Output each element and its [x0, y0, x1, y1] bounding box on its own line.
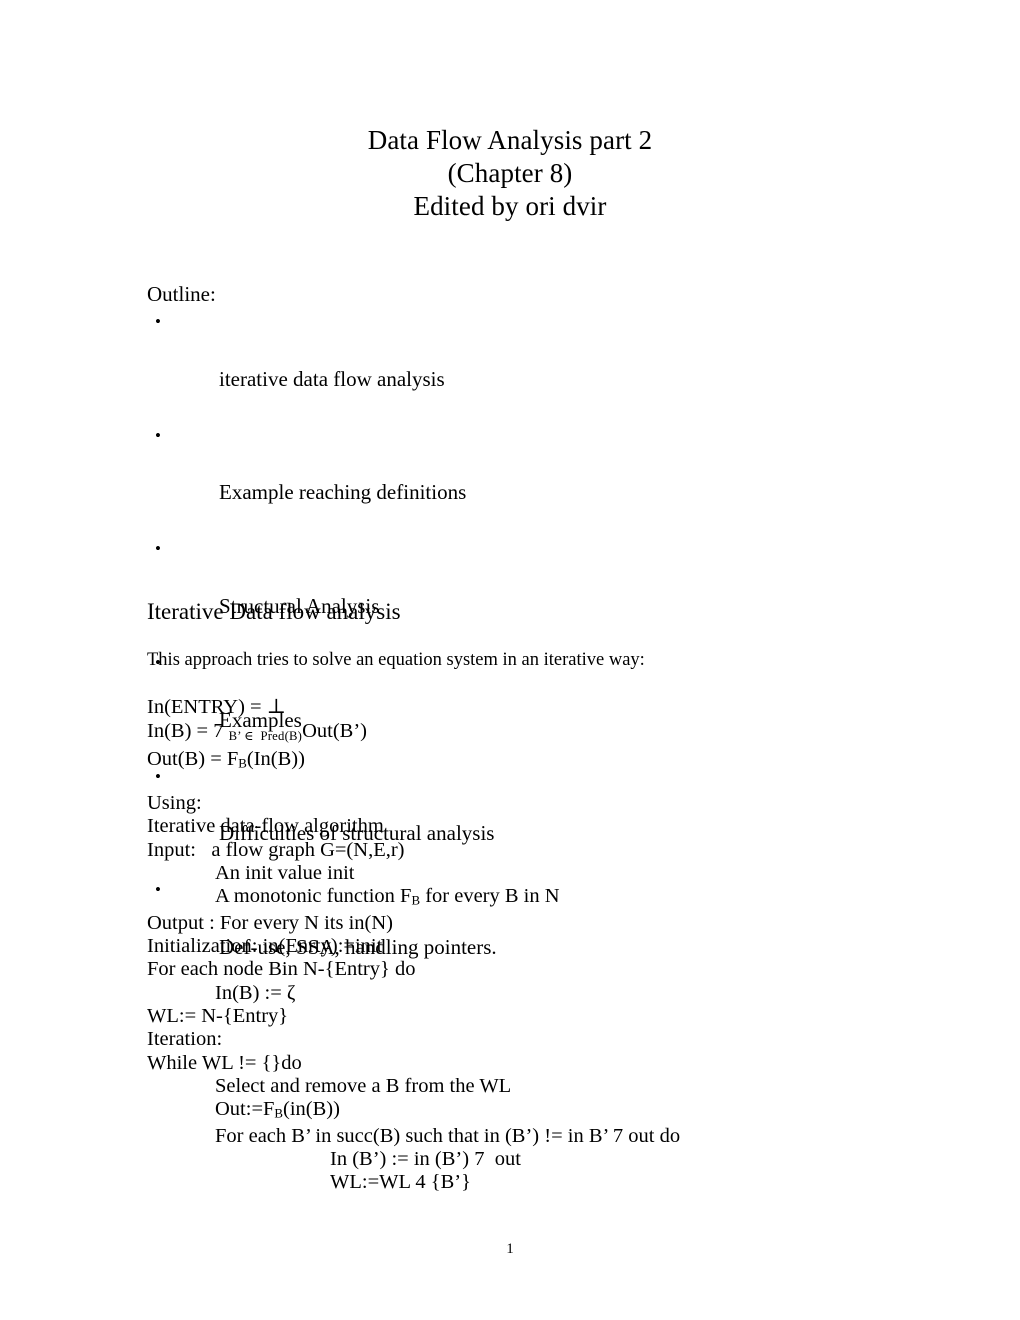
algo-initialization-line: Initialization: in(Enrty):=init	[147, 935, 383, 958]
algorithm-block: Using: Iterative data-flow algorithm Inp…	[147, 792, 907, 1195]
algo-input-function: A monotonic function FB for every B in N	[147, 885, 907, 912]
algo-input-init: An init value init	[215, 861, 355, 884]
algo-output-line: Output : For every N its in(N)	[147, 911, 393, 934]
algo-worklist-update: WL:=WL 4 {B’}	[330, 1171, 471, 1194]
equation-in-b: In(B) = 7 B’ ∈ Pred(B)Out(B’)	[147, 720, 367, 749]
equation-in-b-subscript: B’ ∈ Pred(B)	[228, 728, 303, 743]
algo-iteration-label: Iteration:	[147, 1028, 223, 1051]
algo-in-b-assignment: In(B) := ζ	[215, 981, 296, 1004]
algo-in-bprime-assignment: In (B’) := in (B’) 7 out	[330, 1148, 521, 1171]
outline-heading: Outline:	[147, 282, 216, 306]
section-heading: Iterative Data flow analysis	[147, 599, 401, 624]
list-item: • Example reaching definitions	[147, 422, 847, 536]
equation-out-b-subscript: B	[238, 755, 247, 771]
equation-in-b-rhs: Out(B’)	[302, 719, 368, 742]
algo-input-line: Input: a flow graph G=(N,E,r)	[147, 838, 405, 861]
algo-foreach-node-line: For each node Bin N-{Entry} do	[147, 958, 416, 981]
list-item: • Structural Analysis	[147, 535, 847, 649]
equation-in-entry: In(ENTRY) = ⊥	[147, 696, 287, 718]
algo-input-function-post: for every B in N	[420, 885, 560, 908]
equation-out-b: Out(B) = FB(In(B))	[147, 748, 367, 775]
section-lead-paragraph: This approach tries to solve an equation…	[147, 650, 645, 670]
algo-name: Iterative data-flow algorithm	[147, 815, 384, 838]
equation-out-b-lhs: Out(B) = F	[147, 748, 239, 771]
algo-select-line: Select and remove a B from the WL	[215, 1074, 512, 1097]
list-item-label: Example reaching definitions	[219, 480, 467, 505]
algo-out-assignment-subscript: B	[274, 1105, 284, 1121]
algo-worklist-init: WL:= N-{Entry}	[147, 1004, 289, 1027]
algo-out-assignment: Out:=FB(in(B))	[147, 1098, 907, 1125]
bullet-icon: •	[155, 312, 161, 331]
title-line-1: Data Flow Analysis part 2	[367, 125, 653, 155]
list-item: • iterative data flow analysis	[147, 308, 847, 422]
bullet-icon: •	[155, 539, 161, 559]
document-title-block: Data Flow Analysis part 2 (Chapter 8) Ed…	[0, 124, 1020, 223]
page-number: 1	[506, 1241, 514, 1257]
algo-input-function-subscript: B	[411, 892, 421, 908]
algo-using-label: Using:	[147, 792, 202, 814]
list-item-label: iterative data flow analysis	[219, 366, 445, 391]
algo-input-function-pre: A monotonic function F	[215, 885, 412, 908]
equation-out-b-rhs: (In(B))	[246, 748, 305, 771]
document-page: Data Flow Analysis part 2 (Chapter 8) Ed…	[0, 0, 1020, 1320]
equation-system: In(ENTRY) = ⊥ In(B) = 7 B’ ∈ Pred(B)Out(…	[147, 696, 367, 775]
algo-out-assignment-pre: Out:=F	[215, 1098, 275, 1121]
title-line-3: Edited by ori dvir	[413, 191, 607, 221]
algo-foreach-succ-line: For each B’ in succ(B) such that in (B’)…	[215, 1124, 681, 1147]
bullet-icon: •	[155, 425, 161, 445]
equation-in-b-lhs: In(B) = 7	[147, 719, 229, 742]
algo-while-line: While WL != {}do	[147, 1051, 302, 1074]
title-line-2: (Chapter 8)	[447, 158, 573, 188]
algo-out-assignment-post: (in(B))	[283, 1098, 340, 1121]
